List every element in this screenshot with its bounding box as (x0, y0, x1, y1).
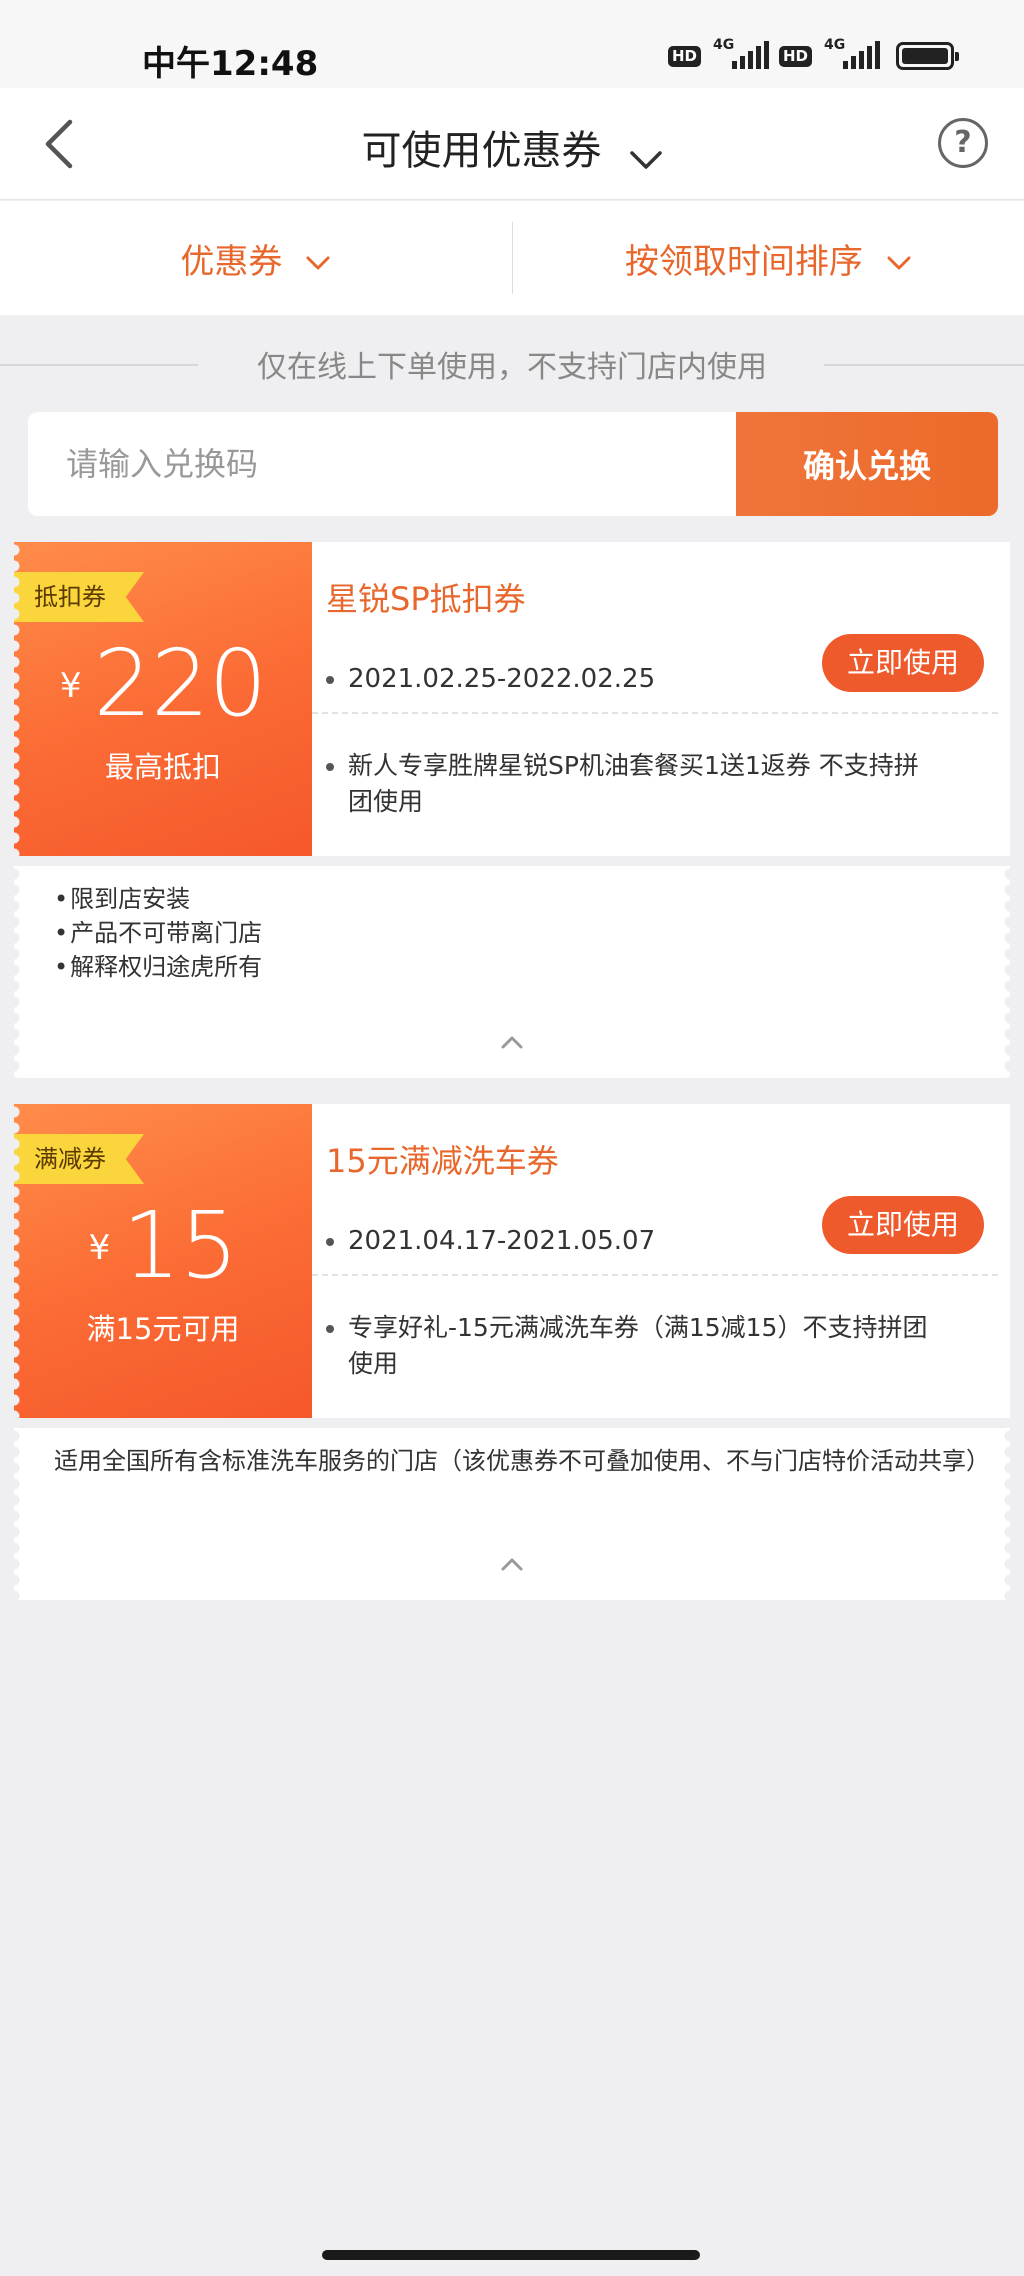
coupon-amount-value: 220 (93, 630, 268, 737)
status-icons: HD 4G HD 4G (667, 36, 959, 76)
home-indicator[interactable] (322, 2250, 700, 2260)
dashed-divider (312, 1274, 998, 1276)
currency-symbol: ¥ (59, 666, 82, 706)
currency-symbol: ¥ (88, 1228, 111, 1268)
signal-icon: 4G (822, 37, 880, 73)
filter-coupon-type[interactable]: 优惠券 (0, 234, 512, 283)
coupon-description: 新人专享胜牌星锐SP机油套餐买1送1返券 不支持拼团使用 (326, 748, 932, 820)
chevron-down-icon (887, 256, 911, 270)
use-now-button[interactable]: 立即使用 (822, 1196, 984, 1254)
redeem-code-input[interactable] (28, 412, 736, 516)
coupon-info-panel: 15元满减洗车券 2021.04.17-2021.05.07 立即使用 专享好礼… (312, 1104, 1010, 1418)
collapse-button[interactable] (14, 1556, 1010, 1576)
bullet-icon (326, 1325, 334, 1333)
signal-icon: 4G (711, 37, 769, 73)
coupon-condition: 最高抵扣 (104, 750, 221, 784)
chevron-up-icon (501, 1558, 523, 1571)
coupon-term: 限到店安装 (54, 882, 990, 916)
coupon-term: 适用全国所有含标准洗车服务的门店（该优惠券不可叠加使用、不与门店特价活动共享） (54, 1447, 990, 1475)
help-circle-icon: ? (954, 125, 972, 160)
coupon-amount: ¥220 (14, 630, 312, 737)
collapse-button[interactable] (14, 1034, 1010, 1054)
chevron-up-icon (501, 1036, 523, 1049)
coupon-value-panel: 抵扣券 ¥220 最高抵扣 (14, 542, 312, 856)
hd-badge-icon: HD (667, 45, 701, 67)
chevron-down-icon (629, 150, 662, 169)
filter-bar: 优惠券 按领取时间排序 (0, 201, 1024, 315)
coupon-card: 满减券 ¥15 满15元可用 15元满减洗车券 2021.04.17-2021.… (14, 1104, 1010, 1600)
hd-badge-icon: HD (778, 45, 812, 67)
bullet-icon (326, 1237, 334, 1246)
page-title: 可使用优惠券 (361, 128, 602, 174)
coupon-terms: 限到店安装 产品不可带离门店 解释权归途虎所有 (14, 866, 1010, 1078)
use-now-button[interactable]: 立即使用 (822, 634, 984, 692)
coupon-amount-value: 15 (122, 1192, 238, 1299)
coupon-description-text: 新人专享胜牌星锐SP机油套餐买1送1返券 不支持拼团使用 (348, 751, 919, 816)
title-dropdown[interactable]: 可使用优惠券 (0, 118, 1024, 176)
coupon-info-panel: 星锐SP抵扣券 2021.02.25-2022.02.25 立即使用 新人专享胜… (312, 542, 1010, 856)
divider (824, 364, 1024, 366)
usage-notice: 仅在线上下单使用，不支持门店内使用 (0, 340, 1024, 388)
coupon-name: 15元满减洗车券 (326, 1142, 559, 1180)
coupon-description-text: 专享好礼-15元满减洗车券（满15减15）不支持拼团使用 (348, 1313, 928, 1378)
chevron-down-icon (306, 256, 330, 270)
coupon-description: 专享好礼-15元满减洗车券（满15减15）不支持拼团使用 (326, 1310, 932, 1382)
coupon-condition: 满15元可用 (86, 1312, 240, 1346)
redeem-box: 确认兑换 (28, 412, 998, 516)
coupon-type-tag: 满减券 (14, 1134, 144, 1184)
bullet-icon (326, 675, 334, 684)
coupon-card: 抵扣券 ¥220 最高抵扣 星锐SP抵扣券 2021.02.25-2022.02… (14, 542, 1010, 1078)
coupon-validity: 2021.02.25-2022.02.25 (326, 664, 655, 694)
coupon-date-range: 2021.02.25-2022.02.25 (348, 664, 656, 694)
coupon-validity: 2021.04.17-2021.05.07 (326, 1226, 655, 1256)
filter-coupon-type-label: 优惠券 (180, 241, 283, 282)
coupon-value-panel: 满减券 ¥15 满15元可用 (14, 1104, 312, 1418)
confirm-redeem-button[interactable]: 确认兑换 (736, 412, 998, 516)
status-bar: 中午12:48 HD 4G HD 4G (0, 0, 1024, 88)
coupon-term: 产品不可带离门店 (54, 916, 990, 950)
coupon-amount: ¥15 (14, 1192, 312, 1299)
header-bar: 可使用优惠券 ? (0, 88, 1024, 200)
dashed-divider (312, 712, 998, 714)
coupon-term: 解释权归途虎所有 (54, 950, 990, 984)
help-button[interactable]: ? (938, 118, 988, 168)
coupon-name: 星锐SP抵扣券 (326, 580, 526, 618)
battery-icon (896, 42, 959, 70)
status-time: 中午12:48 (142, 44, 319, 84)
filter-sort[interactable]: 按领取时间排序 (513, 234, 1024, 283)
filter-sort-label: 按领取时间排序 (624, 241, 863, 282)
coupon-terms: 适用全国所有含标准洗车服务的门店（该优惠券不可叠加使用、不与门店特价活动共享） (14, 1428, 1010, 1600)
coupon-date-range: 2021.04.17-2021.05.07 (348, 1226, 656, 1256)
bullet-icon (326, 763, 334, 771)
coupon-type-tag: 抵扣券 (14, 572, 144, 622)
